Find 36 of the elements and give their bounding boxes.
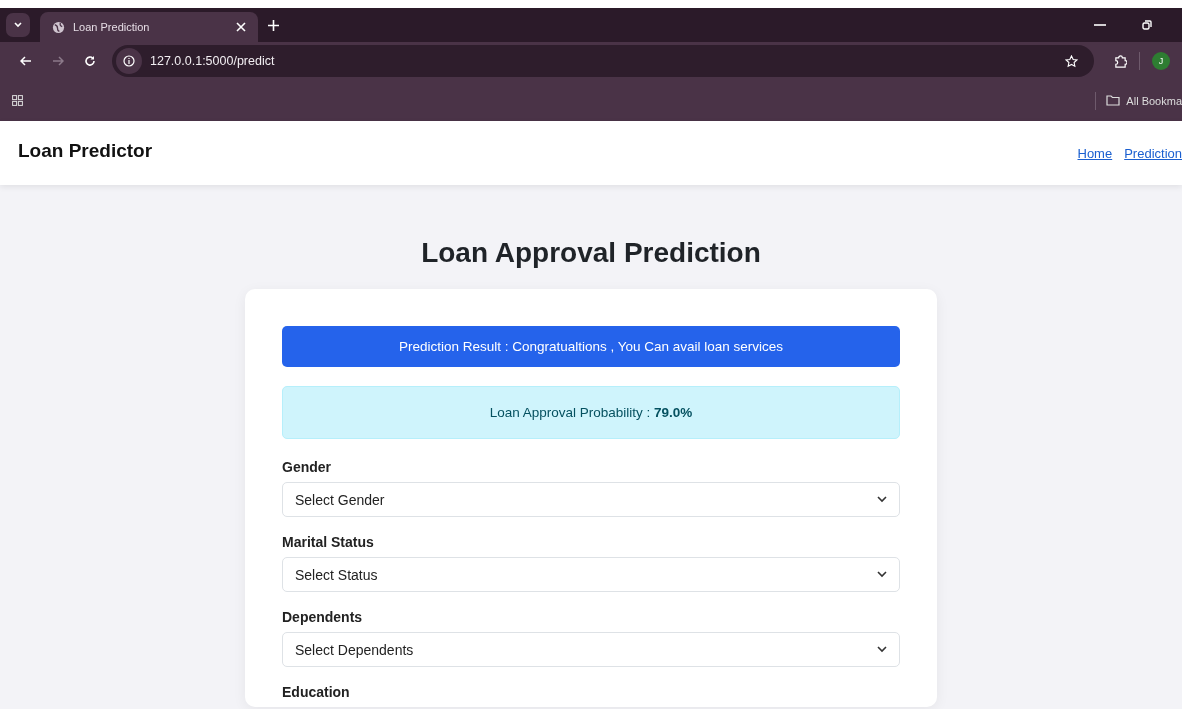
chevron-down-icon [13,21,23,29]
chevron-down-icon [877,496,887,503]
field-label: Marital Status [282,534,375,550]
select-dropdown[interactable]: Select Status [282,557,900,592]
chevron-down-icon [877,571,887,578]
profile-avatar[interactable]: J [1152,52,1170,70]
star-icon[interactable] [1065,54,1078,68]
globe-icon [52,20,65,34]
forward-arrow-icon[interactable] [52,55,64,67]
apps-grid-icon[interactable] [12,95,23,106]
close-icon[interactable] [236,22,246,32]
probability-alert: Loan Approval Probability : 79.0% [282,386,900,439]
field-label: Dependents [282,609,364,625]
new-tab-icon[interactable] [268,19,279,31]
browser-tab[interactable]: Loan Prediction [40,12,258,42]
page-title: Loan Approval Prediction [421,237,761,269]
tab-title: Loan Prediction [73,21,151,33]
site-info-button[interactable] [116,48,142,74]
result-alert: Prediction Result : Congratualtions , You Can avail loan services [282,326,900,367]
back-arrow-icon[interactable] [20,55,32,67]
chevron-down-icon [877,646,887,653]
reload-icon[interactable] [84,55,96,67]
address-bar[interactable]: 127.0.0.1:5000/predict [112,45,1094,77]
restore-icon[interactable] [1142,20,1152,30]
select-dropdown[interactable]: Select Dependents [282,632,900,667]
folder-icon [1106,95,1121,106]
brand-title: Loan Predictor [18,140,153,162]
nav-link[interactable]: Prediction [1124,145,1182,161]
info-icon [123,55,135,67]
tab-list-button[interactable] [6,13,30,37]
puzzle-piece-icon[interactable] [1114,54,1127,68]
bookmark-folder[interactable]: All Bookma [1106,94,1182,107]
nav-link[interactable]: Home [1077,145,1113,161]
field-label: Gender [282,459,332,475]
select-dropdown[interactable]: Select Gender [282,482,900,517]
field-label: Education [282,684,351,700]
